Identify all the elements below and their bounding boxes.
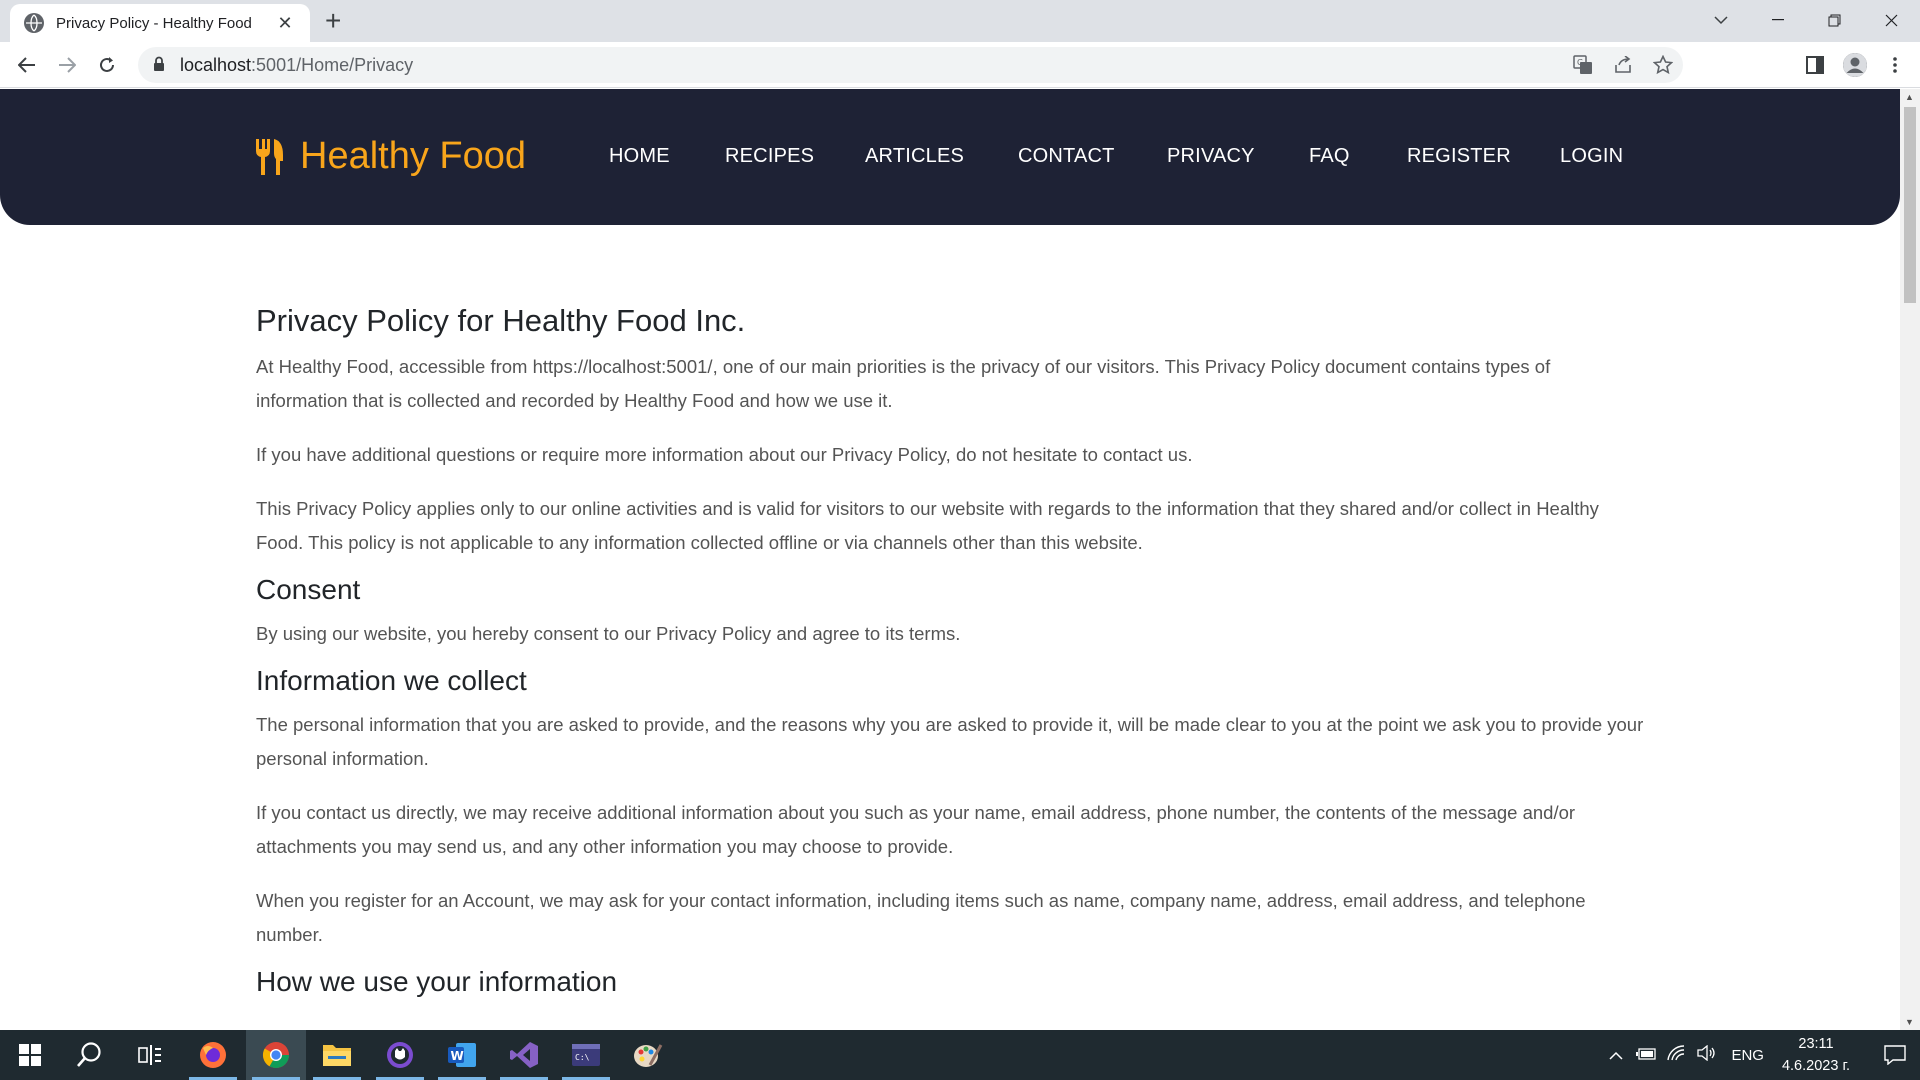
back-icon[interactable] <box>12 50 42 80</box>
tab-search-icon[interactable] <box>1692 0 1749 40</box>
collect-heading: Information we collect <box>256 665 527 696</box>
site-logo[interactable]: Healthy Food <box>254 135 526 178</box>
svg-text:G: G <box>1577 58 1583 67</box>
nav-recipes[interactable]: RECIPES <box>725 145 814 168</box>
word-icon[interactable]: W <box>432 1030 492 1080</box>
nav-login[interactable]: LOGIN <box>1560 145 1623 168</box>
file-explorer-icon[interactable] <box>307 1030 367 1080</box>
close-window-button[interactable] <box>1863 0 1920 40</box>
github-desktop-icon[interactable] <box>370 1030 430 1080</box>
scroll-thumb[interactable] <box>1904 107 1916 303</box>
scroll-down-icon[interactable]: ▼ <box>1905 1017 1914 1027</box>
search-icon[interactable] <box>60 1030 120 1080</box>
reload-icon[interactable] <box>92 50 122 80</box>
firefox-icon[interactable] <box>183 1030 243 1080</box>
translate-icon[interactable]: G <box>1563 55 1603 75</box>
address-bar[interactable]: localhost:5001/Home/Privacy G <box>138 47 1683 83</box>
nav-register[interactable]: REGISTER <box>1407 145 1511 168</box>
logo-text: Healthy Food <box>300 135 527 177</box>
collect-paragraph-1: The personal information that you are as… <box>256 714 1644 769</box>
tab-title: Privacy Policy - Healthy Food <box>56 14 252 32</box>
globe-icon <box>24 13 44 33</box>
battery-icon[interactable] <box>1631 1047 1661 1064</box>
page-viewport: Healthy Food HOME RECIPES ARTICLES CONTA… <box>0 89 1900 1030</box>
forward-icon[interactable] <box>52 50 82 80</box>
page-title: Privacy Policy for Healthy Food Inc. <box>256 303 746 338</box>
bookmark-star-icon[interactable] <box>1643 55 1683 75</box>
collect-paragraph-2: If you contact us directly, we may recei… <box>256 802 1576 857</box>
browser-tabstrip: Privacy Policy - Healthy Food ✕ + <box>0 0 1920 42</box>
volume-icon[interactable] <box>1691 1044 1721 1065</box>
visual-studio-icon[interactable] <box>494 1030 554 1080</box>
window-controls <box>1692 0 1920 42</box>
use-heading: How we use your information <box>256 966 618 997</box>
chevron-up-icon[interactable] <box>1601 1047 1631 1064</box>
nav-privacy[interactable]: PRIVACY <box>1167 145 1255 168</box>
page-scrollbar[interactable]: ▲ ▼ <box>1900 89 1920 1030</box>
clock[interactable]: 23:11 4.6.2023 г. <box>1782 1033 1850 1077</box>
collect-paragraph-3: When you register for an Account, we may… <box>256 890 1586 945</box>
svg-text:C:\: C:\ <box>575 1053 590 1062</box>
task-view-icon[interactable] <box>120 1030 180 1080</box>
svg-text:W: W <box>451 1049 464 1063</box>
windows-start-icon[interactable] <box>0 1030 60 1080</box>
consent-paragraph: By using our website, you hereby consent… <box>256 623 961 644</box>
nav-faq[interactable]: FAQ <box>1309 145 1350 168</box>
browser-tab[interactable]: Privacy Policy - Healthy Food ✕ <box>10 4 310 42</box>
restore-button[interactable] <box>1806 0 1863 40</box>
chrome-icon[interactable] <box>246 1030 306 1080</box>
notification-icon[interactable] <box>1870 1045 1920 1065</box>
language-indicator[interactable]: ENG <box>1731 1047 1764 1064</box>
profile-avatar-icon[interactable] <box>1835 53 1875 77</box>
fork-knife-icon <box>256 138 283 175</box>
more-menu-icon[interactable] <box>1875 56 1915 74</box>
intro-paragraph-1: At Healthy Food, accessible from https:/… <box>256 356 1551 411</box>
scroll-up-icon[interactable]: ▲ <box>1905 92 1914 102</box>
intro-paragraph-2: If you have additional questions or requ… <box>256 444 1193 465</box>
site-header: Healthy Food HOME RECIPES ARTICLES CONTA… <box>0 89 1900 225</box>
url-text: localhost:5001/Home/Privacy <box>180 54 414 75</box>
windows-taskbar: W C:\ ENG 23:11 4.6.2023 г. <box>0 1030 1920 1080</box>
lock-icon[interactable] <box>152 56 170 74</box>
terminal-icon[interactable]: C:\ <box>556 1030 616 1080</box>
privacy-content: Privacy Policy for Healthy Food Inc. At … <box>256 303 1646 1009</box>
clock-time: 23:11 <box>1798 1036 1834 1052</box>
system-tray: ENG 23:11 4.6.2023 г. <box>1601 1030 1920 1080</box>
minimize-button[interactable] <box>1749 0 1806 40</box>
intro-paragraph-3: This Privacy Policy applies only to our … <box>256 498 1599 553</box>
clock-date: 4.6.2023 г. <box>1781 1058 1850 1074</box>
wifi-icon[interactable] <box>1661 1045 1691 1065</box>
browser-toolbar: localhost:5001/Home/Privacy G <box>0 42 1920 88</box>
consent-heading: Consent <box>256 574 361 605</box>
nav-contact[interactable]: CONTACT <box>1018 145 1115 168</box>
paint-icon[interactable] <box>618 1030 678 1080</box>
toolbar-right <box>1795 50 1915 80</box>
close-tab-icon[interactable]: ✕ <box>274 13 296 34</box>
nav-articles[interactable]: ARTICLES <box>865 145 964 168</box>
share-icon[interactable] <box>1603 56 1643 74</box>
side-panel-icon[interactable] <box>1795 56 1835 74</box>
new-tab-button[interactable]: + <box>325 7 341 35</box>
nav-home[interactable]: HOME <box>609 145 670 168</box>
